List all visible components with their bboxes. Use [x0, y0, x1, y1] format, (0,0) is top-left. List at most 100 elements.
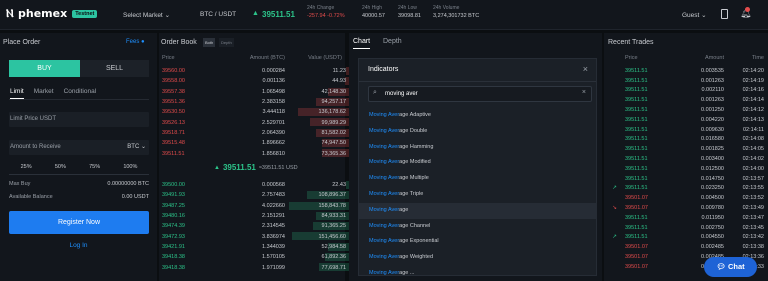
indicator-item[interactable]: Moving Average Modified — [359, 155, 596, 171]
trade-row: 39511.51 0.016580 02:14:08 — [604, 135, 768, 145]
trade-time: 02:13:52 — [742, 195, 764, 202]
order-amount: 0.001136 — [262, 78, 285, 85]
trade-time: 02:14:16 — [742, 87, 764, 94]
indicator-search-input[interactable]: ⌕ moving aver × — [368, 86, 592, 102]
clear-icon[interactable]: × — [582, 89, 586, 96]
mid-price-row: ▲ 39511.51 ≈39511.51 USD — [214, 163, 298, 172]
register-now-button[interactable]: Register Now — [9, 211, 149, 234]
search-icon: ⌕ — [373, 89, 377, 96]
order-value: 22.43 — [332, 182, 346, 189]
indicator-item[interactable]: Moving Average Channel — [359, 219, 596, 235]
order-row[interactable]: 39558.00 0.001136 44.93 — [159, 76, 349, 86]
trade-row: 39511.51 0.003400 02:14:02 — [604, 154, 768, 164]
notification-dot — [745, 7, 750, 12]
amount-unit-dropdown[interactable]: BTC ⌄ — [127, 143, 146, 150]
buy-button[interactable]: BUY — [9, 60, 80, 77]
indicator-item[interactable]: Moving Average Triple — [359, 187, 596, 203]
order-row[interactable]: 39511.51 1.856810 73,365.36 — [159, 148, 349, 158]
sell-button[interactable]: SELL — [80, 60, 149, 77]
order-amount: 1.344039 — [262, 243, 285, 250]
order-row[interactable]: 39472.93 3.836974 151,456.60 — [159, 231, 349, 241]
indicator-item[interactable]: Moving Average Adaptive — [359, 108, 596, 124]
order-row[interactable]: 39487.25 4.022660 158,843.78 — [159, 201, 349, 211]
percent-50-button[interactable]: 50% — [55, 164, 66, 170]
indicator-match: Moving Aver — [369, 269, 400, 276]
trade-row: 39511.51 0.001825 02:14:05 — [604, 144, 768, 154]
tab-conditional[interactable]: Conditional — [64, 88, 97, 99]
order-book-title: Order Book — [161, 39, 197, 46]
order-row[interactable]: 39421.91 1.344039 52,984.58 — [159, 242, 349, 252]
order-amount: 0.000568 — [262, 182, 285, 189]
order-row[interactable]: 39418.38 1.570105 61,892.36 — [159, 252, 349, 262]
order-row[interactable]: 39557.38 1.065498 42,148.30 — [159, 87, 349, 97]
indicator-name-rest: age Triple — [399, 190, 424, 197]
order-row[interactable]: 39418.38 1.971099 77,698.71 — [159, 262, 349, 272]
phemex-logo-icon: Ⲛ — [6, 7, 14, 20]
order-price: 39518.71 — [162, 129, 185, 136]
order-row[interactable]: 39474.39 2.314545 91,365.25 — [159, 221, 349, 231]
indicator-item[interactable]: Moving Average Multiple — [359, 171, 596, 187]
order-price: 39421.91 — [162, 243, 185, 250]
order-amount: 3.836974 — [262, 233, 285, 240]
logo[interactable]: Ⲛ phemex Testnet — [6, 7, 98, 20]
toggle-depth[interactable]: Depth — [219, 38, 234, 47]
tab-chart[interactable]: Chart — [353, 38, 371, 49]
order-row[interactable]: 39551.36 2.383158 94,257.17 — [159, 97, 349, 107]
chat-label: Chat — [727, 262, 745, 271]
login-link[interactable]: Log In — [0, 242, 157, 249]
order-row[interactable]: 39518.71 2.064390 81,582.02 — [159, 128, 349, 138]
close-icon[interactable]: × — [583, 64, 588, 74]
trade-amount: 0.002750 — [701, 224, 724, 231]
indicator-item[interactable]: Moving Average ... — [359, 266, 596, 276]
order-row[interactable]: 39491.93 2.757483 108,896.37 — [159, 190, 349, 200]
indicator-item[interactable]: Moving Average Exponential — [359, 234, 596, 250]
trade-price: 39511.51 — [625, 77, 648, 84]
order-row[interactable]: 39526.13 2.529701 99,989.29 — [159, 117, 349, 127]
percent-75-button[interactable]: 75% — [89, 164, 100, 170]
indicator-item[interactable]: Moving Average Double — [359, 124, 596, 140]
toggle-both[interactable]: Both — [203, 38, 216, 47]
trade-price: 39511.51 — [625, 165, 648, 172]
amount-field[interactable]: Amount to Receive BTC ⌄ — [9, 140, 149, 155]
indicator-item[interactable]: Moving Average Hamming — [359, 140, 596, 156]
trade-row: 39511.51 0.002110 02:14:16 — [604, 86, 768, 96]
indicator-match: Moving Aver — [369, 143, 400, 150]
available-balance-value: 0.00 USDT — [121, 194, 149, 200]
chat-button[interactable]: 💬︎ Chat — [704, 257, 757, 277]
order-price: 39500.00 — [162, 182, 185, 189]
trades-list: 39511.51 0.003535 02:14:20 39511.51 0.001263… — [604, 66, 768, 272]
testnet-badge: Testnet — [72, 9, 98, 18]
mobile-icon[interactable] — [721, 9, 728, 19]
fees-link[interactable]: Fees ● — [126, 39, 145, 45]
limit-price-field[interactable]: Limit Price USDT — [9, 112, 149, 127]
trade-amount: 0.004220 — [701, 116, 724, 123]
order-row[interactable]: 39560.00 0.000284 11.23 — [159, 66, 349, 76]
percent-25-button[interactable]: 25% — [21, 164, 32, 170]
trade-row: 39511.51 0.014750 02:13:57 — [604, 174, 768, 184]
guest-menu[interactable]: Guest ⌄ — [682, 11, 707, 19]
order-amount: 1.570105 — [262, 254, 285, 261]
tab-limit[interactable]: Limit — [10, 88, 24, 99]
trade-price: 39511.51 — [625, 214, 648, 221]
order-value: 81,582.02 — [321, 129, 346, 136]
order-row[interactable]: 39480.16 2.151291 84,933.31 — [159, 211, 349, 221]
select-market-dropdown[interactable]: Select Market ⌄ — [123, 11, 170, 19]
select-market-label: Select Market — [123, 12, 163, 19]
tab-depth[interactable]: Depth — [383, 38, 402, 45]
trade-amount: 0.003400 — [701, 156, 724, 163]
trade-amount: 0.001825 — [701, 146, 724, 153]
stat-value: 39098.81 — [398, 13, 421, 19]
trade-amount: 0.004550 — [701, 234, 724, 241]
indicator-item[interactable]: Moving Average Weighted — [359, 250, 596, 266]
order-price: 39480.16 — [162, 213, 185, 220]
percent-100-button[interactable]: 100% — [123, 164, 137, 170]
indicator-item[interactable]: Moving Average — [359, 202, 596, 219]
chat-bubble-icon: 💬︎ — [716, 262, 728, 271]
trade-price: 39511.51 — [625, 67, 648, 74]
order-row[interactable]: 39530.50 3.444118 136,178.62 — [159, 107, 349, 117]
tab-market[interactable]: Market — [34, 88, 54, 99]
order-price: 39560.00 — [162, 68, 185, 75]
order-price: 39474.39 — [162, 223, 185, 230]
order-row[interactable]: 39515.48 1.896662 74,947.50 — [159, 138, 349, 148]
order-row[interactable]: 39500.00 0.000568 22.43 — [159, 180, 349, 190]
